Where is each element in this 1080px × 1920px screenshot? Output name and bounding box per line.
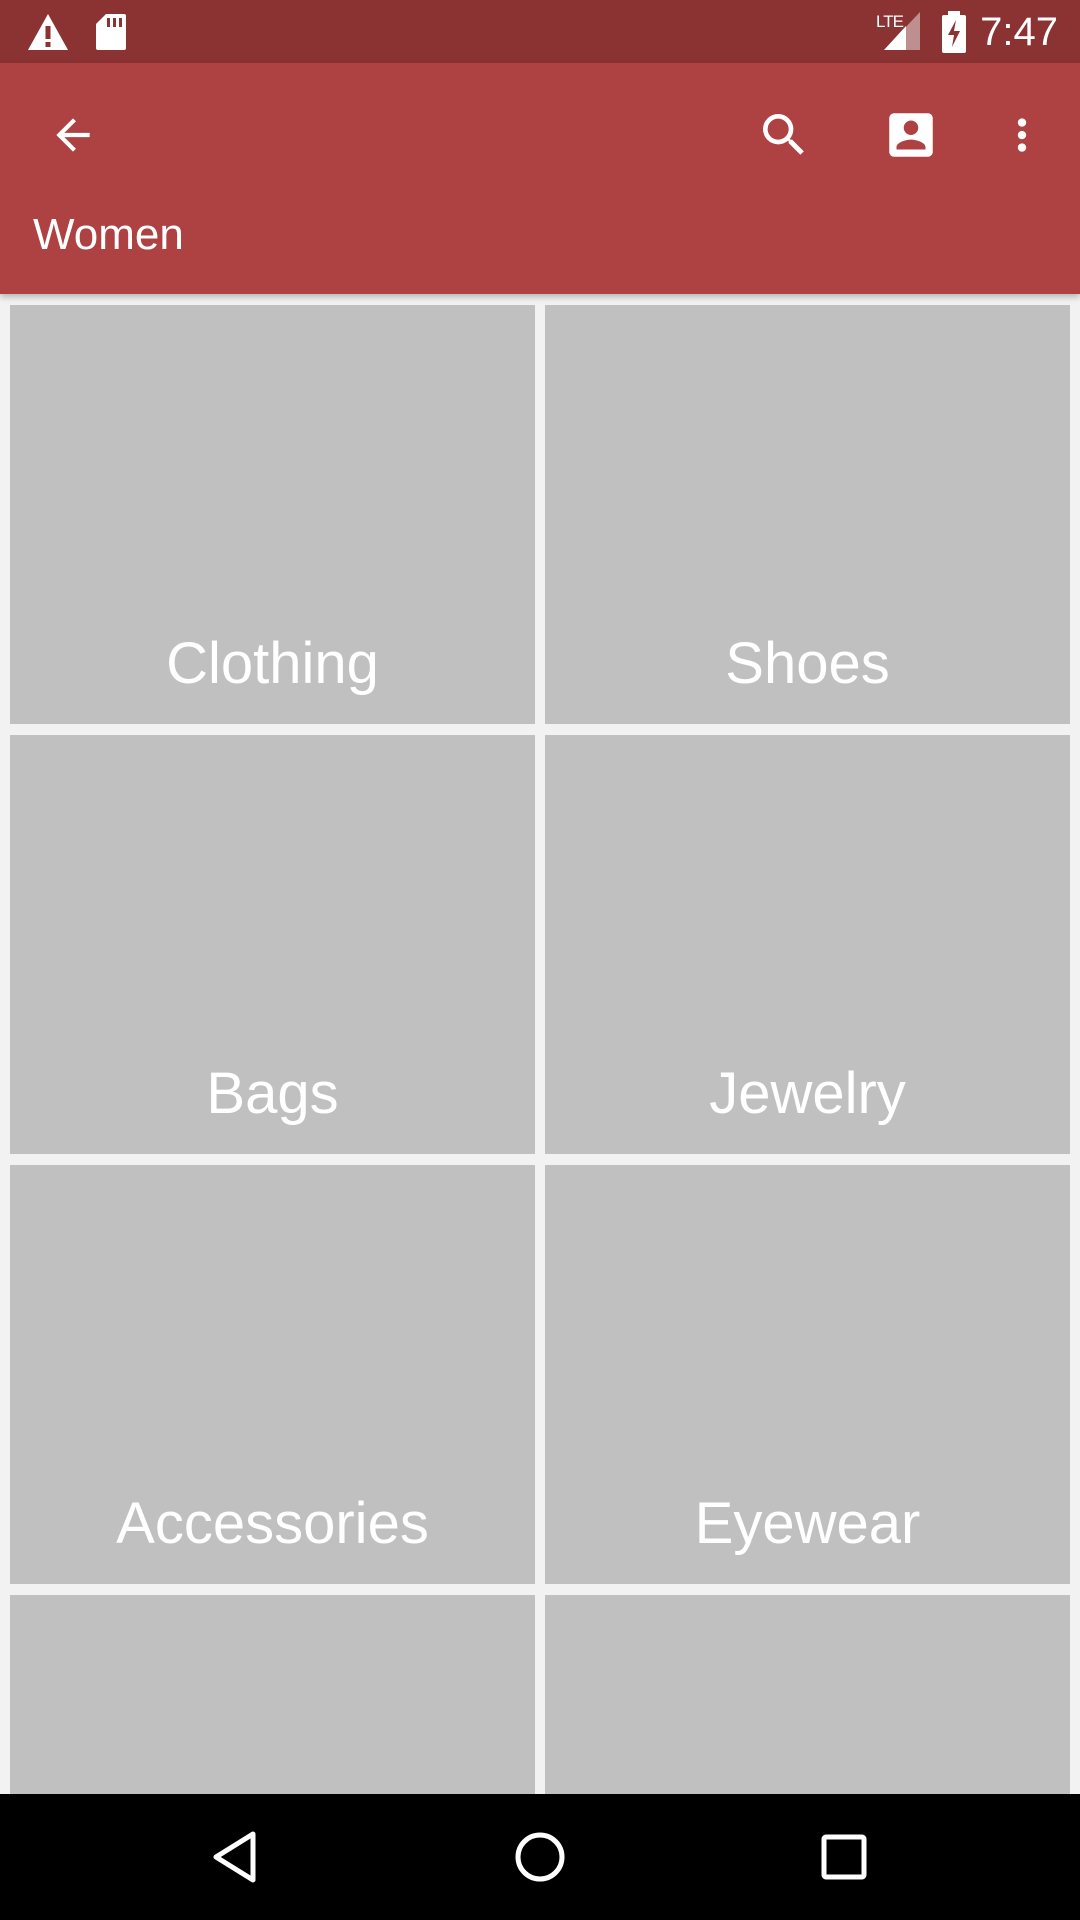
more-vert-icon bbox=[1017, 118, 1027, 152]
app-toolbar: Women bbox=[0, 63, 1080, 294]
page-title: Women bbox=[33, 210, 184, 259]
search-button[interactable] bbox=[736, 87, 832, 183]
nav-recents-button[interactable] bbox=[789, 1807, 899, 1907]
category-label: Bags bbox=[206, 1061, 339, 1126]
nav-home-button[interactable] bbox=[485, 1807, 595, 1907]
nav-recents-icon bbox=[821, 1834, 867, 1880]
nav-back-button[interactable] bbox=[181, 1807, 291, 1907]
warning-icon bbox=[28, 14, 68, 50]
category-tile-bags[interactable]: Bags bbox=[10, 735, 535, 1154]
category-grid: Clothing Shoes Bags Jewelry Accessories … bbox=[0, 294, 1080, 1794]
sd-card-icon bbox=[96, 14, 126, 50]
arrow-back-icon bbox=[56, 118, 90, 152]
category-tile-shoes[interactable]: Shoes bbox=[545, 305, 1070, 724]
category-label: Accessories bbox=[116, 1491, 429, 1556]
category-tile-eyewear[interactable]: Eyewear bbox=[545, 1165, 1070, 1584]
category-label: Clothing bbox=[166, 631, 379, 696]
account-box-icon bbox=[889, 113, 933, 157]
category-tile-accessories[interactable]: Accessories bbox=[10, 1165, 535, 1584]
lte-signal-icon bbox=[884, 12, 920, 50]
nav-home-icon bbox=[515, 1832, 565, 1882]
nav-back-icon bbox=[213, 1831, 256, 1883]
category-tile-jewelry[interactable]: Jewelry bbox=[545, 735, 1070, 1154]
category-tile[interactable] bbox=[10, 1595, 535, 1794]
category-label: Jewelry bbox=[709, 1061, 906, 1126]
screen: LTE 7:47 Women Clothing Shoes Bags Jewel… bbox=[0, 0, 1080, 1920]
category-label: Shoes bbox=[725, 631, 890, 696]
status-bar: LTE 7:47 bbox=[0, 0, 1080, 63]
more-options-button[interactable] bbox=[974, 87, 1070, 183]
system-nav-bar bbox=[0, 1794, 1080, 1920]
category-tile-clothing[interactable]: Clothing bbox=[10, 305, 535, 724]
back-button[interactable] bbox=[25, 87, 121, 183]
status-time: 7:47 bbox=[980, 10, 1058, 54]
account-button[interactable] bbox=[863, 87, 959, 183]
category-tile[interactable] bbox=[545, 1595, 1070, 1794]
battery-charging-icon bbox=[942, 11, 966, 53]
category-label: Eyewear bbox=[694, 1491, 921, 1556]
search-icon bbox=[763, 114, 804, 155]
